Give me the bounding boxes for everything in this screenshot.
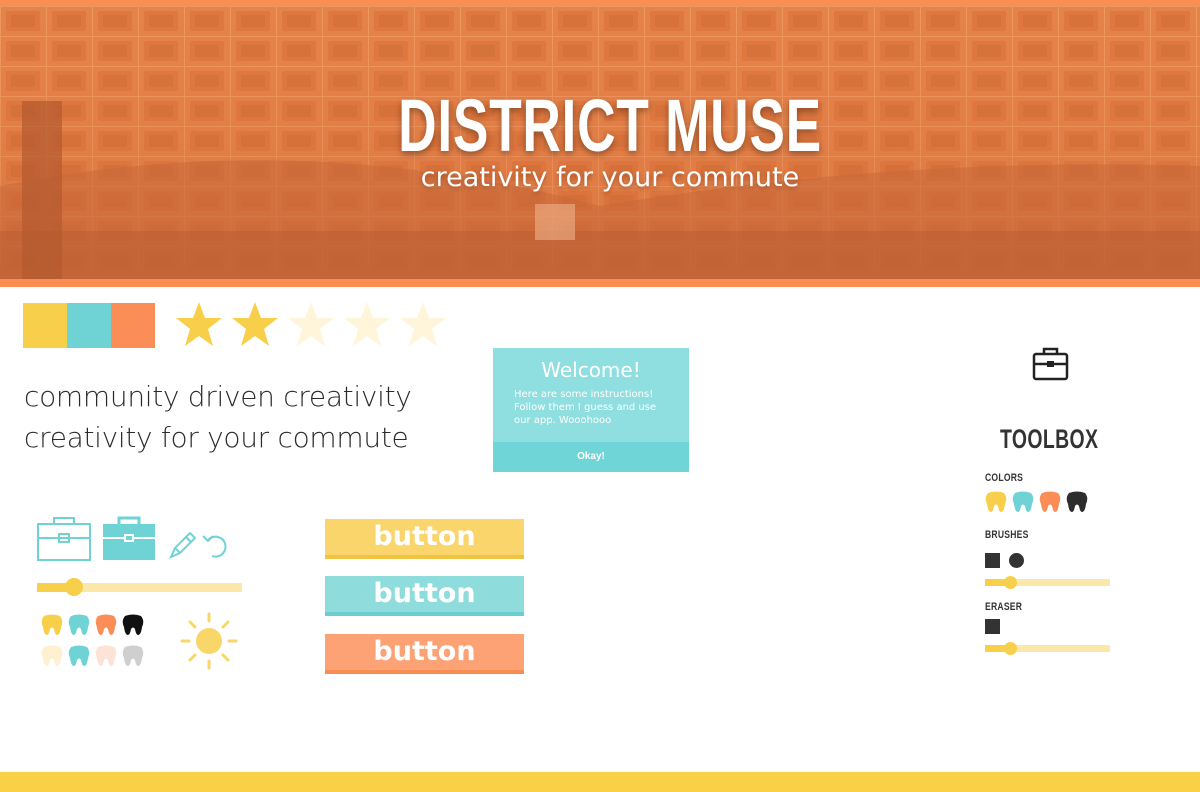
toolbox-outline-icon[interactable] [36,514,92,562]
colors-label: COLORS [985,472,1024,484]
orange-button[interactable]: button [325,634,524,674]
eraser-slider-knob[interactable] [1003,642,1017,655]
paint-swatch[interactable] [67,644,91,668]
square-brush-icon[interactable] [985,553,1000,568]
paint-swatch[interactable] [40,644,64,668]
paint-swatch[interactable] [94,644,118,668]
okay-button[interactable]: Okay! [493,442,689,472]
toolbox-color-swatch[interactable] [1011,490,1035,514]
toolbox-color-swatch[interactable] [1038,490,1062,514]
app-subtitle: creativity for your commute [420,162,800,193]
teal-button[interactable]: button [325,576,524,616]
brush-slider-knob[interactable] [1003,576,1017,589]
toolbox-title: TOOLBOX [1000,424,1099,454]
paint-swatch[interactable] [94,613,118,637]
star-2[interactable] [230,300,280,350]
star-1[interactable] [174,300,224,350]
undo-icon[interactable] [200,530,230,560]
dialog-title: Welcome! [541,358,641,382]
toolbox-color-swatch[interactable] [1065,490,1089,514]
hero-bottom-border [0,279,1200,287]
brush-icon[interactable] [168,530,198,560]
star-3[interactable] [286,300,336,350]
hero-banner: DISTRICT MUSE creativity for your commut… [0,0,1200,287]
sun-icon[interactable] [180,612,238,670]
star-5[interactable] [398,300,448,350]
tagline-community: community driven creativity [24,380,412,413]
footer-bar [0,772,1200,792]
toolbox-color-swatch[interactable] [984,490,1008,514]
toolbox-filled-icon[interactable] [101,514,157,562]
palette-swatch-teal [67,303,111,348]
paint-swatch[interactable] [67,613,91,637]
paint-swatch[interactable] [40,613,64,637]
round-brush-icon[interactable] [1009,553,1024,568]
brush-size-slider[interactable] [985,576,1110,589]
eraser-size-slider[interactable] [985,642,1110,655]
palette-swatch-yellow [23,303,67,348]
eraser-icon[interactable] [985,619,1000,634]
briefcase-icon[interactable] [1032,347,1069,382]
paint-swatch[interactable] [121,613,145,637]
left-slider-knob[interactable] [64,578,83,596]
paint-swatch[interactable] [121,644,145,668]
star-4[interactable] [342,300,392,350]
yellow-button[interactable]: button [325,519,524,559]
tagline-commute: creativity for your commute [24,421,409,454]
eraser-label: ERASER [985,601,1023,613]
welcome-dialog: Welcome! Here are some instructions! Fol… [493,348,689,472]
brushes-label: BRUSHES [985,529,1029,541]
palette-swatch-orange [111,303,155,348]
app-title: DISTRICT MUSE [398,84,822,167]
dialog-body: Here are some instructions! Follow them … [514,389,657,426]
left-slider-track[interactable] [37,578,242,596]
